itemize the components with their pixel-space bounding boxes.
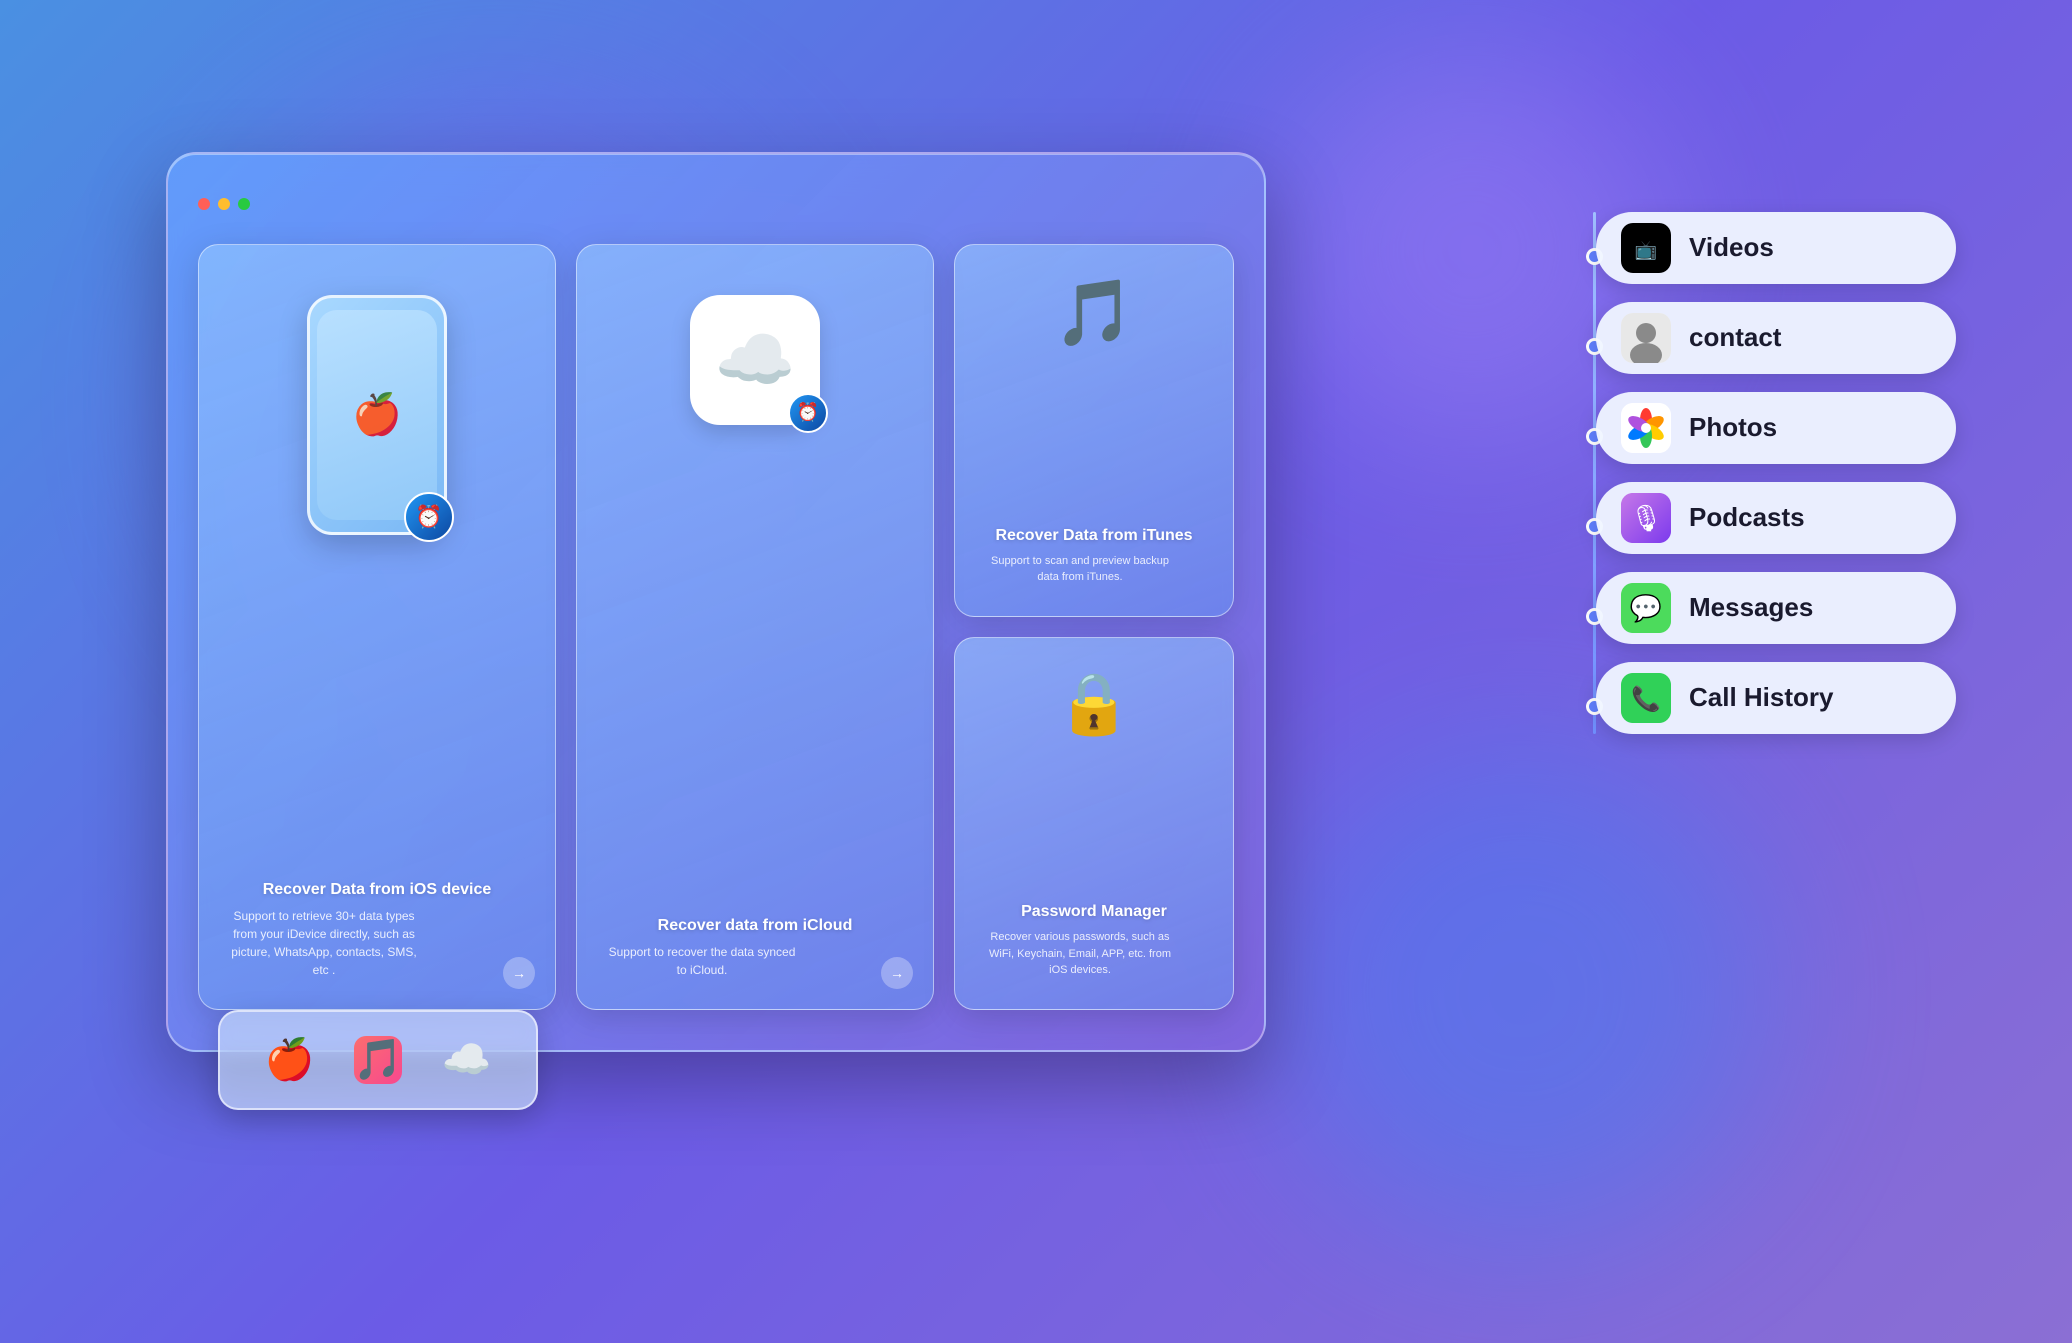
feature-label-contact: contact	[1689, 322, 1781, 353]
photos-icon	[1621, 403, 1671, 453]
card-itunes-content: Recover Data from iTunes Support to scan…	[955, 517, 1233, 586]
card-password-title: Password Manager	[980, 903, 1208, 921]
cards-container: 🍎 ⏰ Recover Data from iOS device Support…	[198, 244, 1234, 1010]
window-dot-maximize[interactable]	[238, 198, 250, 210]
svg-text:📺: 📺	[1635, 240, 1657, 260]
svg-text:🎙: 🎙	[1629, 503, 1662, 533]
feature-label-podcasts: Podcasts	[1689, 502, 1805, 533]
window-topbar	[198, 194, 1234, 214]
main-container: 🍎 ⏰ Recover Data from iOS device Support…	[86, 72, 1986, 1272]
apple-tv-icon: 📺	[1621, 223, 1671, 273]
feature-item-photos[interactable]: Photos	[1596, 392, 1956, 464]
feature-item-podcasts[interactable]: 🎙 Podcasts	[1596, 482, 1956, 554]
ios-device-icon-area: 🍎 ⏰	[307, 295, 447, 535]
apple-logo-icon: 🍎	[352, 391, 402, 438]
feature-item-messages[interactable]: 💬 Messages	[1596, 572, 1956, 644]
contacts-icon	[1621, 313, 1671, 363]
card-password-desc: Recover various passwords, such as WiFi,…	[980, 929, 1180, 979]
tab-icloud-icon[interactable]: ☁️	[441, 1036, 491, 1083]
feature-label-videos: Videos	[1689, 232, 1774, 263]
call-history-icon: 📞	[1621, 673, 1671, 723]
tab-itunes-icon[interactable]: 🎵	[354, 1036, 402, 1084]
messages-icon: 💬	[1621, 583, 1671, 633]
card-ios-device[interactable]: 🍎 ⏰ Recover Data from iOS device Support…	[198, 244, 556, 1010]
app-window: 🍎 ⏰ Recover Data from iOS device Support…	[166, 152, 1266, 1052]
card-icloud-title: Recover data from iCloud	[602, 917, 908, 935]
svg-text:📞: 📞	[1631, 683, 1661, 713]
card-ios-title: Recover Data from iOS device	[224, 881, 530, 899]
card-itunes[interactable]: 🎵 Recover Data from iTunes Support to sc…	[954, 244, 1234, 617]
clock-badge-ios: ⏰	[404, 492, 454, 542]
window-dot-close[interactable]	[198, 198, 210, 210]
itunes-music-icon: 🎵	[1054, 275, 1135, 351]
icloud-icon: ☁️	[715, 322, 796, 398]
feature-item-videos[interactable]: 📺 Videos	[1596, 212, 1956, 284]
window-dot-minimize[interactable]	[218, 198, 230, 210]
card-password[interactable]: 🔒 Password Manager Recover various passw…	[954, 637, 1234, 1010]
feature-list: 📺 Videos contact	[1596, 212, 1956, 734]
podcasts-icon: 🎙	[1621, 493, 1671, 543]
card-itunes-title: Recover Data from iTunes	[980, 527, 1208, 545]
card-password-content: Password Manager Recover various passwor…	[955, 893, 1233, 979]
card-ios-content: Recover Data from iOS device Support to …	[199, 871, 555, 979]
bottom-tabs-bar: 🍎 🎵 ☁️	[218, 1010, 538, 1110]
feature-label-messages: Messages	[1689, 592, 1813, 623]
feature-item-call-history[interactable]: 📞 Call History	[1596, 662, 1956, 734]
iphone-screen: 🍎	[317, 310, 437, 520]
clock-badge-icloud: ⏰	[788, 393, 828, 433]
card-ios-arrow[interactable]: →	[503, 957, 535, 989]
password-icon-area: 🔒	[1057, 668, 1132, 739]
tab-ios-icon[interactable]: 🍎	[265, 1036, 315, 1083]
card-icloud-content: Recover data from iCloud Support to reco…	[577, 907, 933, 979]
itunes-icon-area: 🎵	[1054, 275, 1135, 351]
feature-item-contact[interactable]: contact	[1596, 302, 1956, 374]
svg-text:💬: 💬	[1630, 593, 1662, 623]
password-lock-icon: 🔒	[1057, 668, 1132, 739]
icloud-icon-wrap: ☁️ ⏰	[690, 295, 820, 425]
card-icloud-desc: Support to recover the data synced to iC…	[602, 943, 802, 979]
card-icloud-arrow[interactable]: →	[881, 957, 913, 989]
iphone-mockup: 🍎 ⏰	[307, 295, 447, 535]
card-ios-desc: Support to retrieve 30+ data types from …	[224, 907, 424, 979]
card-itunes-desc: Support to scan and preview backup data …	[980, 553, 1180, 586]
icloud-icon-area: ☁️ ⏰	[690, 295, 820, 425]
feature-label-photos: Photos	[1689, 412, 1777, 443]
card-icloud[interactable]: ☁️ ⏰ Recover data from iCloud Support to…	[576, 244, 934, 1010]
right-cards: 🎵 Recover Data from iTunes Support to sc…	[954, 244, 1234, 1010]
feature-label-call-history: Call History	[1689, 682, 1834, 713]
